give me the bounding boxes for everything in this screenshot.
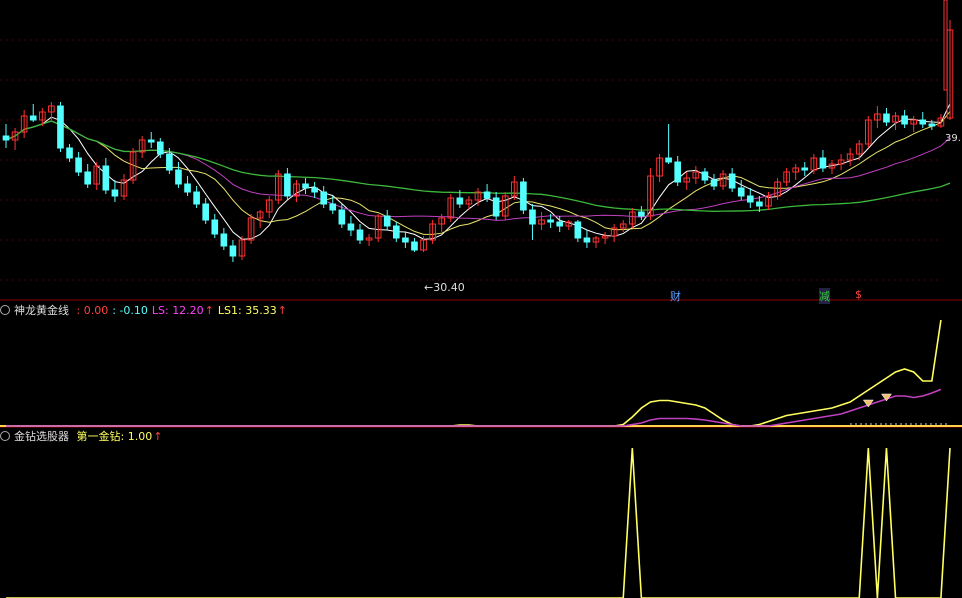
candle-body [710, 179, 718, 187]
up-arrow-icon: ↑ [204, 304, 214, 317]
candle-body [492, 197, 500, 217]
indicator-settings-icon[interactable] [0, 305, 10, 315]
indicator-value: 第一金钻: 1.00 [76, 430, 153, 443]
candle-body [746, 195, 754, 203]
candle-body [284, 173, 291, 197]
candle-body [347, 223, 355, 231]
candle-body [57, 105, 64, 149]
candle-body [529, 209, 536, 225]
candle-body [756, 201, 763, 207]
candle-body [2, 135, 10, 141]
event-mark-finance[interactable]: 财 [670, 288, 681, 304]
candle-body [883, 113, 890, 123]
candle-body [456, 197, 464, 205]
last-price-value: 39. [945, 133, 961, 144]
candle-body [184, 183, 191, 193]
candle-body [638, 211, 645, 217]
candle-body [29, 115, 37, 121]
indicator-value: : -0.10 [112, 304, 148, 317]
candle-body [84, 171, 92, 185]
candle-body [229, 245, 237, 257]
candle-body [320, 191, 328, 205]
candle-body [574, 221, 582, 239]
candle-body [583, 237, 591, 243]
candle-body [520, 181, 527, 211]
candle-body [392, 225, 400, 239]
panel2-header: 神龙黄金线 : 0.00: -0.10 LS: 12.20↑ LS1: 35.33↑ [0, 304, 295, 318]
candle-body [156, 141, 164, 155]
ma10-line [5, 111, 951, 235]
candle-body [166, 153, 173, 171]
event-mark-dollar[interactable]: $ [855, 288, 862, 301]
up-arrow-icon: ↑ [277, 304, 287, 317]
candle-body [547, 219, 554, 223]
candle-body [202, 203, 210, 221]
candle-body [66, 147, 73, 159]
candle-body [919, 119, 927, 125]
candle-body [728, 173, 736, 189]
candle-body [102, 165, 110, 191]
signal-line [6, 447, 951, 598]
candle-body [193, 191, 200, 205]
candle-body [383, 215, 391, 227]
up-arrow-icon: ↑ [153, 430, 163, 443]
candle-body [556, 221, 564, 227]
candle-body [338, 209, 346, 225]
candle-body [175, 169, 182, 185]
candle-body [147, 139, 155, 143]
candle-body [674, 161, 682, 183]
panel3-header: 金钻选股器 第一金钻: 1.00↑ [0, 430, 170, 444]
candle-body [356, 229, 364, 241]
candle-body [483, 191, 491, 199]
candle-body [402, 237, 409, 243]
candle-body [329, 203, 337, 211]
indicator-value: LS1: 35.33 [217, 304, 277, 317]
candle-body [819, 157, 827, 169]
candle-body [928, 123, 936, 127]
candle-body [801, 167, 809, 171]
candle-body [665, 157, 672, 163]
candle-body [411, 241, 418, 251]
candle-body [901, 115, 908, 125]
indicator-value: : 0.00 [76, 304, 109, 317]
low-price-label: ←30.40 [424, 281, 465, 294]
candle-body [220, 233, 228, 247]
indicator-value: LS: 12.20 [151, 304, 204, 317]
candle-body [75, 157, 82, 173]
panel3-name: 金钻选股器 [14, 430, 69, 443]
event-mark-reduce[interactable]: 减 [819, 288, 830, 304]
last-price-label: 39. [944, 133, 962, 144]
spike-bar [943, 0, 948, 91]
stock-chart[interactable] [0, 0, 962, 598]
ls1-line [6, 319, 942, 427]
candle-body [302, 183, 309, 189]
indicator-settings-icon[interactable] [0, 431, 10, 441]
candle-body [737, 187, 745, 197]
ls-line [6, 388, 942, 427]
candle-body [211, 219, 219, 235]
candle-body [701, 171, 709, 181]
panel2-name: 神龙黄金线 [14, 304, 69, 317]
candle-body [311, 187, 318, 193]
low-price-value: 30.40 [433, 281, 465, 294]
candle-body [111, 189, 119, 197]
